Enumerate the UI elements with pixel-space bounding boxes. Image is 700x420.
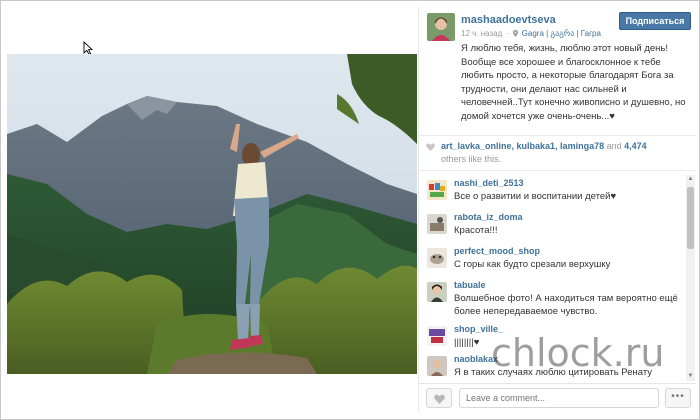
likes-users[interactable]: art_lavka_online, kulbaka1, laminga78 [441, 141, 604, 151]
list-item: tabuale Волшебное фото! А находиться там… [419, 279, 685, 317]
post-meta: 12 ч. назад · Gagra | გაგრა | Гагра [461, 29, 601, 38]
comment-bar: ••• [419, 383, 696, 411]
author-avatar[interactable] [427, 13, 455, 41]
comment-username[interactable]: tabuale [454, 280, 486, 290]
scroll-down-arrow-icon[interactable]: ▼ [686, 372, 695, 381]
comments-scrollbar[interactable]: ▲ ▼ [686, 175, 695, 381]
heart-icon [426, 143, 435, 151]
likes-text: art_lavka_online, kulbaka1, laminga78 an… [441, 140, 691, 166]
likes-and: and [604, 141, 625, 151]
more-options-button[interactable]: ••• [665, 388, 691, 408]
comment-text: Все о развитии и воспитании детей♥ [454, 191, 617, 202]
like-button[interactable] [426, 388, 452, 408]
post-time[interactable]: 12 ч. назад [461, 29, 502, 38]
scroll-thumb[interactable] [687, 187, 694, 249]
author-username[interactable]: mashaadoevtseva [461, 14, 556, 26]
post-window: mashaadoevtseva Подписаться 12 ч. назад … [0, 0, 700, 420]
avatar[interactable] [427, 180, 447, 200]
follow-button[interactable]: Подписаться [619, 12, 691, 30]
comment-username[interactable]: rabota_iz_doma [454, 212, 523, 222]
heart-icon [434, 394, 445, 404]
post-header: mashaadoevtseva Подписаться 12 ч. назад … [419, 7, 696, 132]
watermark: chlock.ru [491, 331, 665, 375]
post-location[interactable]: Gagra | გაგრა | Гагра [522, 29, 601, 38]
comment-text: Волшебное фото! А находиться там вероятн… [454, 293, 678, 317]
avatar[interactable] [427, 326, 447, 346]
avatar[interactable] [427, 214, 447, 234]
likes-count[interactable]: 4,474 [624, 141, 647, 151]
mouse-cursor-icon [83, 41, 93, 55]
avatar[interactable] [427, 282, 447, 302]
list-item: nashi_deti_2513 Все о развитии и воспита… [419, 177, 685, 209]
comment-username[interactable]: nashi_deti_2513 [454, 178, 524, 188]
comment-username[interactable]: perfect_mood_shop [454, 246, 540, 256]
avatar[interactable] [427, 356, 447, 376]
comment-input[interactable] [459, 388, 659, 408]
meta-separator: · [506, 29, 510, 38]
comment-text: Красота!!! [454, 225, 498, 236]
location-pin-icon [513, 30, 519, 37]
likes-section: art_lavka_online, kulbaka1, laminga78 an… [419, 135, 696, 171]
post-photo[interactable] [7, 54, 417, 374]
post-caption: Я люблю тебя, жизнь, люблю этот новый де… [461, 43, 686, 122]
scroll-up-arrow-icon[interactable]: ▲ [686, 175, 695, 184]
photo-panel [7, 7, 417, 411]
list-item: rabota_iz_doma Красота!!! [419, 211, 685, 243]
list-item: perfect_mood_shop С горы как будто среза… [419, 245, 685, 277]
comment-text: С горы как будто срезали верхушку [454, 259, 611, 270]
likes-suffix: others like this. [441, 154, 502, 164]
avatar[interactable] [427, 248, 447, 268]
